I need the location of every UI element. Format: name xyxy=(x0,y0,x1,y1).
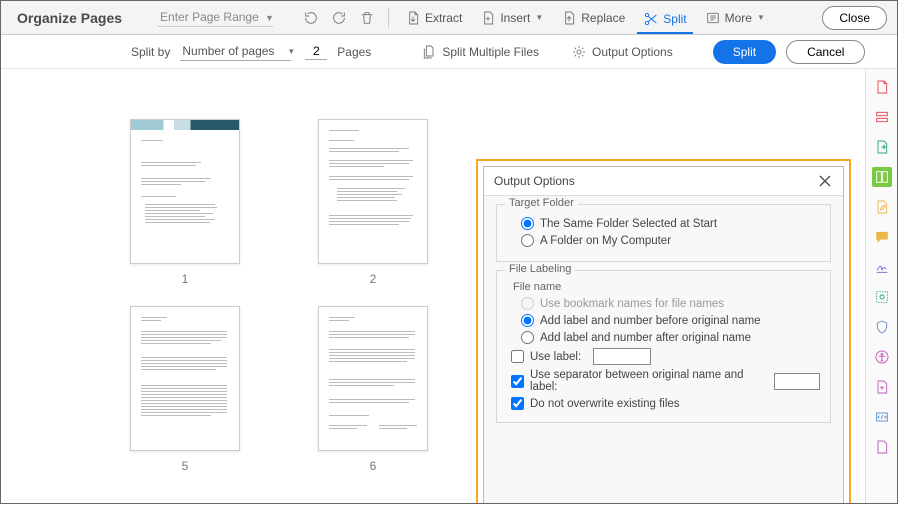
split-button[interactable]: Split xyxy=(713,40,776,64)
split-by-select[interactable]: Number of pages xyxy=(180,42,291,61)
redact-icon[interactable] xyxy=(872,287,892,307)
radio-same-folder[interactable]: The Same Folder Selected at Start xyxy=(521,217,820,230)
dialog-body: Target Folder The Same Folder Selected a… xyxy=(484,196,843,504)
dialog-highlight: Output Options Target Folder The Same Fo… xyxy=(476,159,851,504)
separator-input[interactable] xyxy=(774,373,820,390)
divider xyxy=(388,8,389,28)
page-thumbnail[interactable]: 5 xyxy=(121,306,249,473)
files-icon xyxy=(421,44,437,60)
split-tool[interactable]: Split xyxy=(637,8,692,34)
group-legend: File Labeling xyxy=(505,263,575,275)
radio-other-folder[interactable]: A Folder on My Computer xyxy=(521,234,820,247)
export-pdf-icon[interactable] xyxy=(872,137,892,157)
chevron-down-icon: ▼ xyxy=(757,13,765,22)
extract-icon xyxy=(405,10,421,26)
rotate-ccw-icon[interactable] xyxy=(300,7,322,29)
page-thumbnail[interactable]: 1 xyxy=(121,119,249,286)
page-number: 5 xyxy=(182,459,189,473)
output-options-dialog: Output Options Target Folder The Same Fo… xyxy=(483,166,844,504)
page-count-input[interactable] xyxy=(305,43,327,60)
check-use-separator[interactable]: Use separator between original name and … xyxy=(511,369,820,393)
page-preview xyxy=(318,119,428,264)
insert-icon xyxy=(480,10,496,26)
radio-label-before[interactable]: Add label and number before original nam… xyxy=(521,314,820,327)
page-preview xyxy=(130,306,240,451)
close-icon[interactable] xyxy=(817,173,833,189)
close-button[interactable]: Close xyxy=(822,6,887,30)
insert-tool[interactable]: Insert▼ xyxy=(474,7,549,29)
organize-pages-icon[interactable] xyxy=(872,167,892,187)
page-preview xyxy=(318,306,428,451)
panel-title: Organize Pages xyxy=(17,10,122,26)
chevron-down-icon: ▼ xyxy=(535,13,543,22)
sign-icon[interactable] xyxy=(872,257,892,277)
radio-use-bookmark: Use bookmark names for file names xyxy=(521,297,820,310)
comment-icon[interactable] xyxy=(872,227,892,247)
pages-label: Pages xyxy=(337,45,371,59)
edit-pdf-icon[interactable] xyxy=(872,197,892,217)
dialog-titlebar: Output Options xyxy=(484,167,843,196)
label-input[interactable] xyxy=(593,348,651,365)
group-legend: Target Folder xyxy=(505,197,578,209)
measure-icon[interactable] xyxy=(872,437,892,457)
output-options[interactable]: Output Options xyxy=(571,44,673,60)
delete-icon[interactable] xyxy=(356,7,378,29)
rotate-cw-icon[interactable] xyxy=(328,7,350,29)
top-toolbar: Organize Pages Enter Page Range ▼ Extrac… xyxy=(1,1,897,35)
check-no-overwrite[interactable]: Do not overwrite existing files xyxy=(511,397,820,410)
app-window: Organize Pages Enter Page Range ▼ Extrac… xyxy=(0,0,898,504)
page-number: 6 xyxy=(370,459,377,473)
split-multiple-files[interactable]: Split Multiple Files xyxy=(421,44,539,60)
cancel-button[interactable]: Cancel xyxy=(786,40,865,64)
page-number: 2 xyxy=(370,272,377,286)
combine-icon[interactable] xyxy=(872,107,892,127)
right-tool-rail xyxy=(865,69,897,503)
protect-icon[interactable] xyxy=(872,317,892,337)
scissors-icon xyxy=(643,11,659,27)
file-labeling-group: File Labeling File name Use bookmark nam… xyxy=(496,270,831,423)
more-tool[interactable]: More▼ xyxy=(699,7,771,29)
page-number: 1 xyxy=(182,272,189,286)
gear-icon xyxy=(571,44,587,60)
split-by-label: Split by xyxy=(131,45,170,59)
create-pdf-icon[interactable] xyxy=(872,77,892,97)
check-use-label[interactable]: Use label: xyxy=(511,348,820,365)
radio-label-after[interactable]: Add label and number after original name xyxy=(521,331,820,344)
target-folder-group: Target Folder The Same Folder Selected a… xyxy=(496,204,831,262)
javascript-icon[interactable] xyxy=(872,407,892,427)
page-range-dropdown[interactable]: Enter Page Range xyxy=(158,8,273,27)
content-area: 1 2 xyxy=(1,69,897,503)
page-range-select[interactable]: Enter Page Range ▼ xyxy=(158,8,274,27)
replace-tool[interactable]: Replace xyxy=(555,7,631,29)
file-name-label: File name xyxy=(513,281,820,293)
more-icon xyxy=(705,10,721,26)
extract-tool[interactable]: Extract xyxy=(399,7,468,29)
dialog-title: Output Options xyxy=(494,174,575,188)
page-thumbnail[interactable]: 6 xyxy=(309,306,437,473)
page-thumbnail[interactable]: 2 xyxy=(309,119,437,286)
accessibility-icon[interactable] xyxy=(872,347,892,367)
optimize-icon[interactable] xyxy=(872,377,892,397)
replace-icon xyxy=(561,10,577,26)
page-preview xyxy=(130,119,240,264)
split-subtoolbar: Split by Number of pages ▼ Pages Split M… xyxy=(1,35,897,69)
